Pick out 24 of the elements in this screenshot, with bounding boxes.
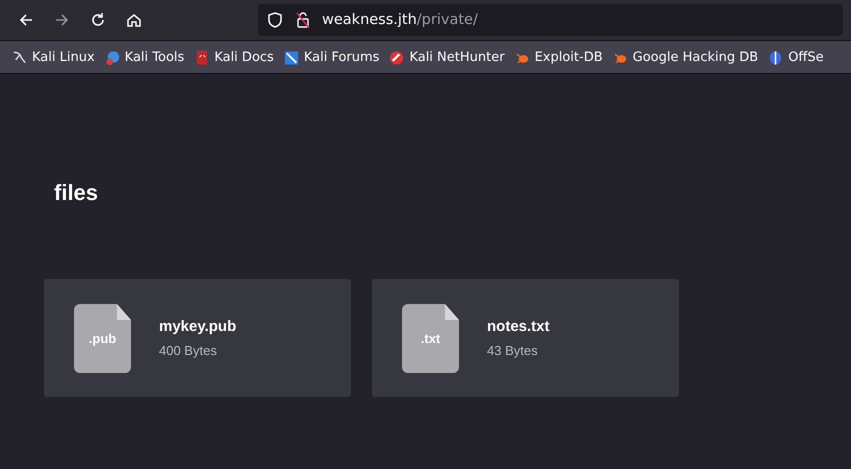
file-size: 400 Bytes <box>159 343 218 358</box>
bookmark-link[interactable]: Exploit-DB <box>534 50 603 64</box>
bookmark-link[interactable]: Kali Tools <box>124 50 184 64</box>
home-icon <box>125 11 143 29</box>
bookmark-link[interactable]: OffSe <box>788 50 824 64</box>
file-icon: .pub <box>74 304 131 372</box>
address-bar[interactable]: weakness.jth/private/ <box>258 4 843 36</box>
file-size: 43 Bytes <box>487 343 539 358</box>
file-name: mykey.pub <box>159 318 236 335</box>
bookmark-link[interactable]: Kali Docs <box>214 50 274 64</box>
file-name: notes.txt <box>487 318 550 335</box>
insecure-lock-icon[interactable] <box>294 11 312 29</box>
bookmark-link[interactable]: Kali Forums <box>304 50 380 64</box>
reload-icon <box>89 11 107 29</box>
file-card[interactable]: .txt notes.txt 43 Bytes <box>372 279 679 397</box>
page-heading: files <box>54 180 100 206</box>
bookmark-link[interactable]: Google Hacking DB <box>632 50 758 64</box>
tools-icon <box>104 48 121 66</box>
shield-icon[interactable] <box>266 11 284 29</box>
file-icon: .txt <box>402 304 459 372</box>
bookmark-link[interactable]: Kali NetHunter <box>409 50 505 64</box>
url-text[interactable]: weakness.jth/private/ <box>322 12 478 28</box>
bookmark-link[interactable]: Kali Linux <box>32 50 95 64</box>
file-card[interactable]: .pub mykey.pub 400 Bytes <box>44 279 351 397</box>
